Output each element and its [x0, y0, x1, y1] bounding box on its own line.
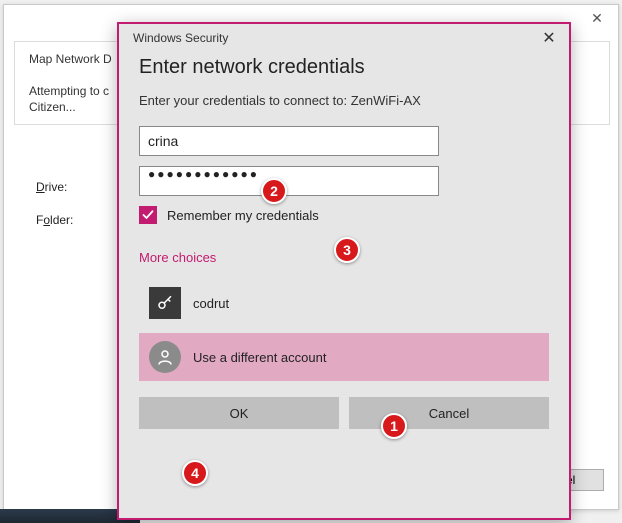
drive-label: Drive: — [36, 180, 67, 194]
account-option-different[interactable]: Use a different account — [139, 333, 549, 381]
windows-security-dialog: Windows Security ✕ Enter network credent… — [117, 22, 571, 520]
annotation-badge: 2 — [261, 178, 287, 204]
password-input[interactable]: ●●●●●●●●●●●● — [139, 166, 439, 196]
close-icon[interactable]: ✕ — [576, 5, 618, 31]
annotation-badge: 4 — [182, 460, 208, 486]
cancel-button[interactable]: Cancel — [349, 397, 549, 429]
account-option-saved[interactable]: codrut — [139, 279, 549, 327]
ok-button[interactable]: OK — [139, 397, 339, 429]
window-title: Windows Security — [133, 31, 529, 45]
remember-label: Remember my credentials — [167, 208, 319, 223]
account-label: Use a different account — [193, 350, 326, 365]
remember-checkbox-row[interactable]: Remember my credentials — [139, 206, 549, 224]
annotation-badge: 1 — [381, 413, 407, 439]
folder-label: Folder: — [36, 213, 73, 227]
title-bar: Windows Security ✕ — [119, 24, 569, 52]
checkbox-icon[interactable] — [139, 206, 157, 224]
page-subtitle: Enter your credentials to connect to: Ze… — [139, 93, 549, 108]
account-label: codrut — [193, 296, 229, 311]
key-icon — [149, 287, 181, 319]
annotation-badge: 3 — [334, 237, 360, 263]
close-icon[interactable]: ✕ — [529, 24, 569, 52]
page-title: Enter network credentials — [139, 56, 549, 79]
person-icon — [149, 341, 181, 373]
username-input[interactable] — [139, 126, 439, 156]
